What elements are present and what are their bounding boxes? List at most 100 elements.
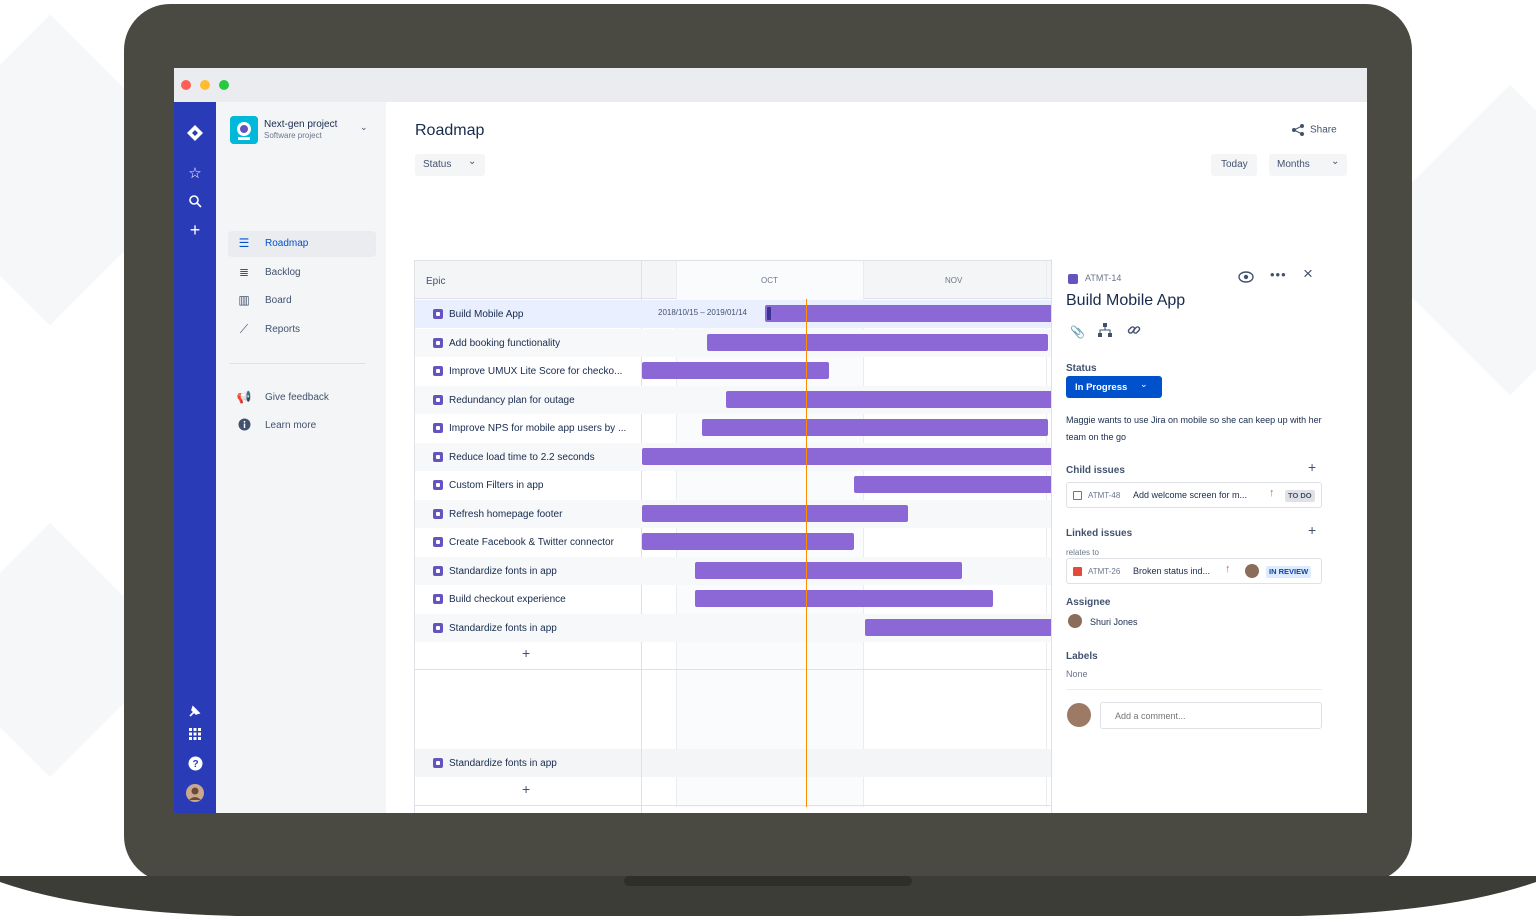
bug-icon <box>1073 567 1082 576</box>
epic-row[interactable]: Improve NPS for mobile app users by ... <box>415 414 641 442</box>
child-issue-card[interactable]: ATMT-48 Add welcome screen for m... ↑ TO… <box>1066 482 1322 508</box>
sidebar-item-give-feedback[interactable]: 📢 Give feedback <box>228 385 376 411</box>
maximize-window-button[interactable] <box>219 80 229 90</box>
share-button[interactable]: Share <box>1291 123 1337 137</box>
assignee-name[interactable]: Shuri Jones <box>1090 617 1138 627</box>
priority-high-icon: ↑ <box>1225 563 1231 575</box>
epic-header: Epic <box>415 261 641 299</box>
sidebar-item-learn-more[interactable]: Learn more <box>228 413 376 439</box>
labels-value[interactable]: None <box>1066 669 1088 679</box>
status-value: In Progress <box>1075 382 1128 393</box>
epic-icon <box>433 366 443 376</box>
child-issue-summary: Add welcome screen for m... <box>1133 490 1248 500</box>
link-icon[interactable] <box>1127 323 1141 342</box>
epic-row[interactable]: Add booking functionality <box>415 329 641 357</box>
child-issue-icon[interactable] <box>1098 323 1112 342</box>
epic-timeline-bar[interactable] <box>853 476 1080 493</box>
epic-row[interactable]: Custom Filters in app <box>415 471 641 499</box>
close-window-button[interactable] <box>181 80 191 90</box>
epic-row[interactable]: Build checkout experience <box>415 585 641 613</box>
add-child-issue-icon[interactable]: + <box>1308 459 1316 475</box>
minimize-window-button[interactable] <box>200 80 210 90</box>
sidebar-item-label: Board <box>265 295 292 306</box>
add-epic-button[interactable]: + <box>522 781 530 797</box>
epic-row[interactable]: Refresh homepage footer <box>415 500 641 528</box>
epic-row[interactable]: Reduce load time to 2.2 seconds <box>415 443 641 471</box>
issue-key[interactable]: ATMT-14 <box>1085 273 1121 283</box>
close-icon[interactable]: × <box>1303 264 1313 284</box>
notification-icon[interactable] <box>174 704 216 722</box>
epic-icon <box>433 622 443 633</box>
sidebar-item-backlog[interactable]: ≣ Backlog <box>228 260 376 286</box>
status-label: Status <box>1066 363 1097 374</box>
epic-timeline-bar[interactable] <box>694 590 993 607</box>
project-name[interactable]: Next-gen project <box>264 119 337 130</box>
epic-row[interactable]: Standardize fonts in app <box>415 749 641 777</box>
epic-row[interactable]: Build Mobile App <box>415 300 641 328</box>
today-button[interactable]: Today <box>1211 154 1257 176</box>
sidebar-item-roadmap[interactable]: ☰ Roadmap <box>228 231 376 257</box>
jira-logo-icon[interactable] <box>174 124 216 146</box>
plus-icon[interactable]: + <box>174 221 216 239</box>
epic-label: Create Facebook & Twitter connector <box>449 537 614 548</box>
sidebar-item-reports[interactable]: ⟋ Reports <box>228 317 376 343</box>
epic-timeline-bar[interactable] <box>764 305 1080 322</box>
epic-label: Reduce load time to 2.2 seconds <box>449 451 595 463</box>
comment-input[interactable] <box>1100 702 1322 729</box>
add-epic-button[interactable]: + <box>522 645 530 661</box>
add-linked-issue-icon[interactable]: + <box>1308 522 1316 538</box>
status-filter-dropdown[interactable]: Status ⌄ <box>415 154 485 176</box>
today-label: Today <box>1221 159 1248 170</box>
chevron-down-icon: ⌄ <box>1140 379 1148 389</box>
epic-label: Custom Filters in app <box>449 480 544 491</box>
linked-issue-card[interactable]: ATMT-26 Broken status ind... ↑ IN REVIEW <box>1066 558 1322 584</box>
epic-icon <box>433 480 443 490</box>
more-actions-icon[interactable]: ••• <box>1270 267 1287 282</box>
sidebar-item-label: Give feedback <box>265 392 329 403</box>
epic-row[interactable]: Standardize fonts in app <box>415 614 641 642</box>
bar-date-range: 2018/10/15 – 2019/01/14 <box>658 308 747 317</box>
linked-issue-assignee-avatar <box>1245 564 1259 578</box>
sidebar-item-label: Learn more <box>265 420 317 431</box>
epic-label: Improve UMUX Lite Score for checko... <box>449 366 623 377</box>
watch-icon[interactable] <box>1238 270 1254 289</box>
epic-row[interactable]: Standardize fonts in app <box>415 557 641 585</box>
user-avatar[interactable] <box>174 784 216 806</box>
epic-timeline-bar[interactable] <box>642 533 854 550</box>
epic-label: Standardize fonts in app <box>449 758 557 769</box>
epic-row[interactable]: Create Facebook & Twitter connector <box>415 528 641 556</box>
bar-resize-handle[interactable] <box>766 307 771 320</box>
epic-timeline-bar[interactable] <box>702 419 1049 436</box>
epic-timeline-bar[interactable] <box>694 561 963 579</box>
epic-timeline-bar[interactable] <box>707 333 1048 351</box>
chevron-down-icon[interactable]: ⌄ <box>360 122 368 133</box>
months-view-dropdown[interactable]: Months ⌄ <box>1269 154 1347 176</box>
issue-description[interactable]: Maggie wants to use Jira on mobile so sh… <box>1066 412 1322 446</box>
today-marker <box>805 299 807 807</box>
sidebar-item-board[interactable]: ▥ Board <box>228 288 376 314</box>
status-filter-label: Status <box>423 159 452 170</box>
epic-row[interactable]: Redundancy plan for outage <box>415 386 641 414</box>
epic-timeline-bar[interactable] <box>865 618 1055 636</box>
epic-timeline-bar[interactable] <box>642 362 829 379</box>
search-icon[interactable] <box>174 194 216 212</box>
star-icon[interactable]: ☆ <box>174 166 216 182</box>
epic-row[interactable]: Improve UMUX Lite Score for checko... <box>415 357 641 385</box>
epic-icon <box>433 594 443 604</box>
epic-icon <box>433 394 443 405</box>
month-label-nov: NOV <box>945 276 963 285</box>
status-dropdown[interactable]: In Progress ⌄ <box>1066 376 1162 398</box>
issue-title[interactable]: Build Mobile App <box>1066 292 1185 310</box>
epic-timeline-bar[interactable] <box>642 504 909 522</box>
epic-label: Standardize fonts in app <box>449 622 557 634</box>
assignee-avatar[interactable] <box>1068 614 1082 628</box>
app-switcher-icon[interactable] <box>174 728 216 744</box>
priority-high-icon: ↑ <box>1269 487 1275 499</box>
help-icon[interactable]: ? <box>174 756 216 775</box>
epic-icon <box>433 758 443 768</box>
epic-timeline-bar[interactable] <box>642 447 1080 465</box>
attachment-icon[interactable]: 📎 <box>1070 325 1085 339</box>
issue-detail-panel: ATMT-14 ••• × Build Mobile App 📎 Status … <box>1051 259 1334 813</box>
labels-label: Labels <box>1066 651 1098 662</box>
epic-timeline-bar[interactable] <box>726 390 1080 408</box>
